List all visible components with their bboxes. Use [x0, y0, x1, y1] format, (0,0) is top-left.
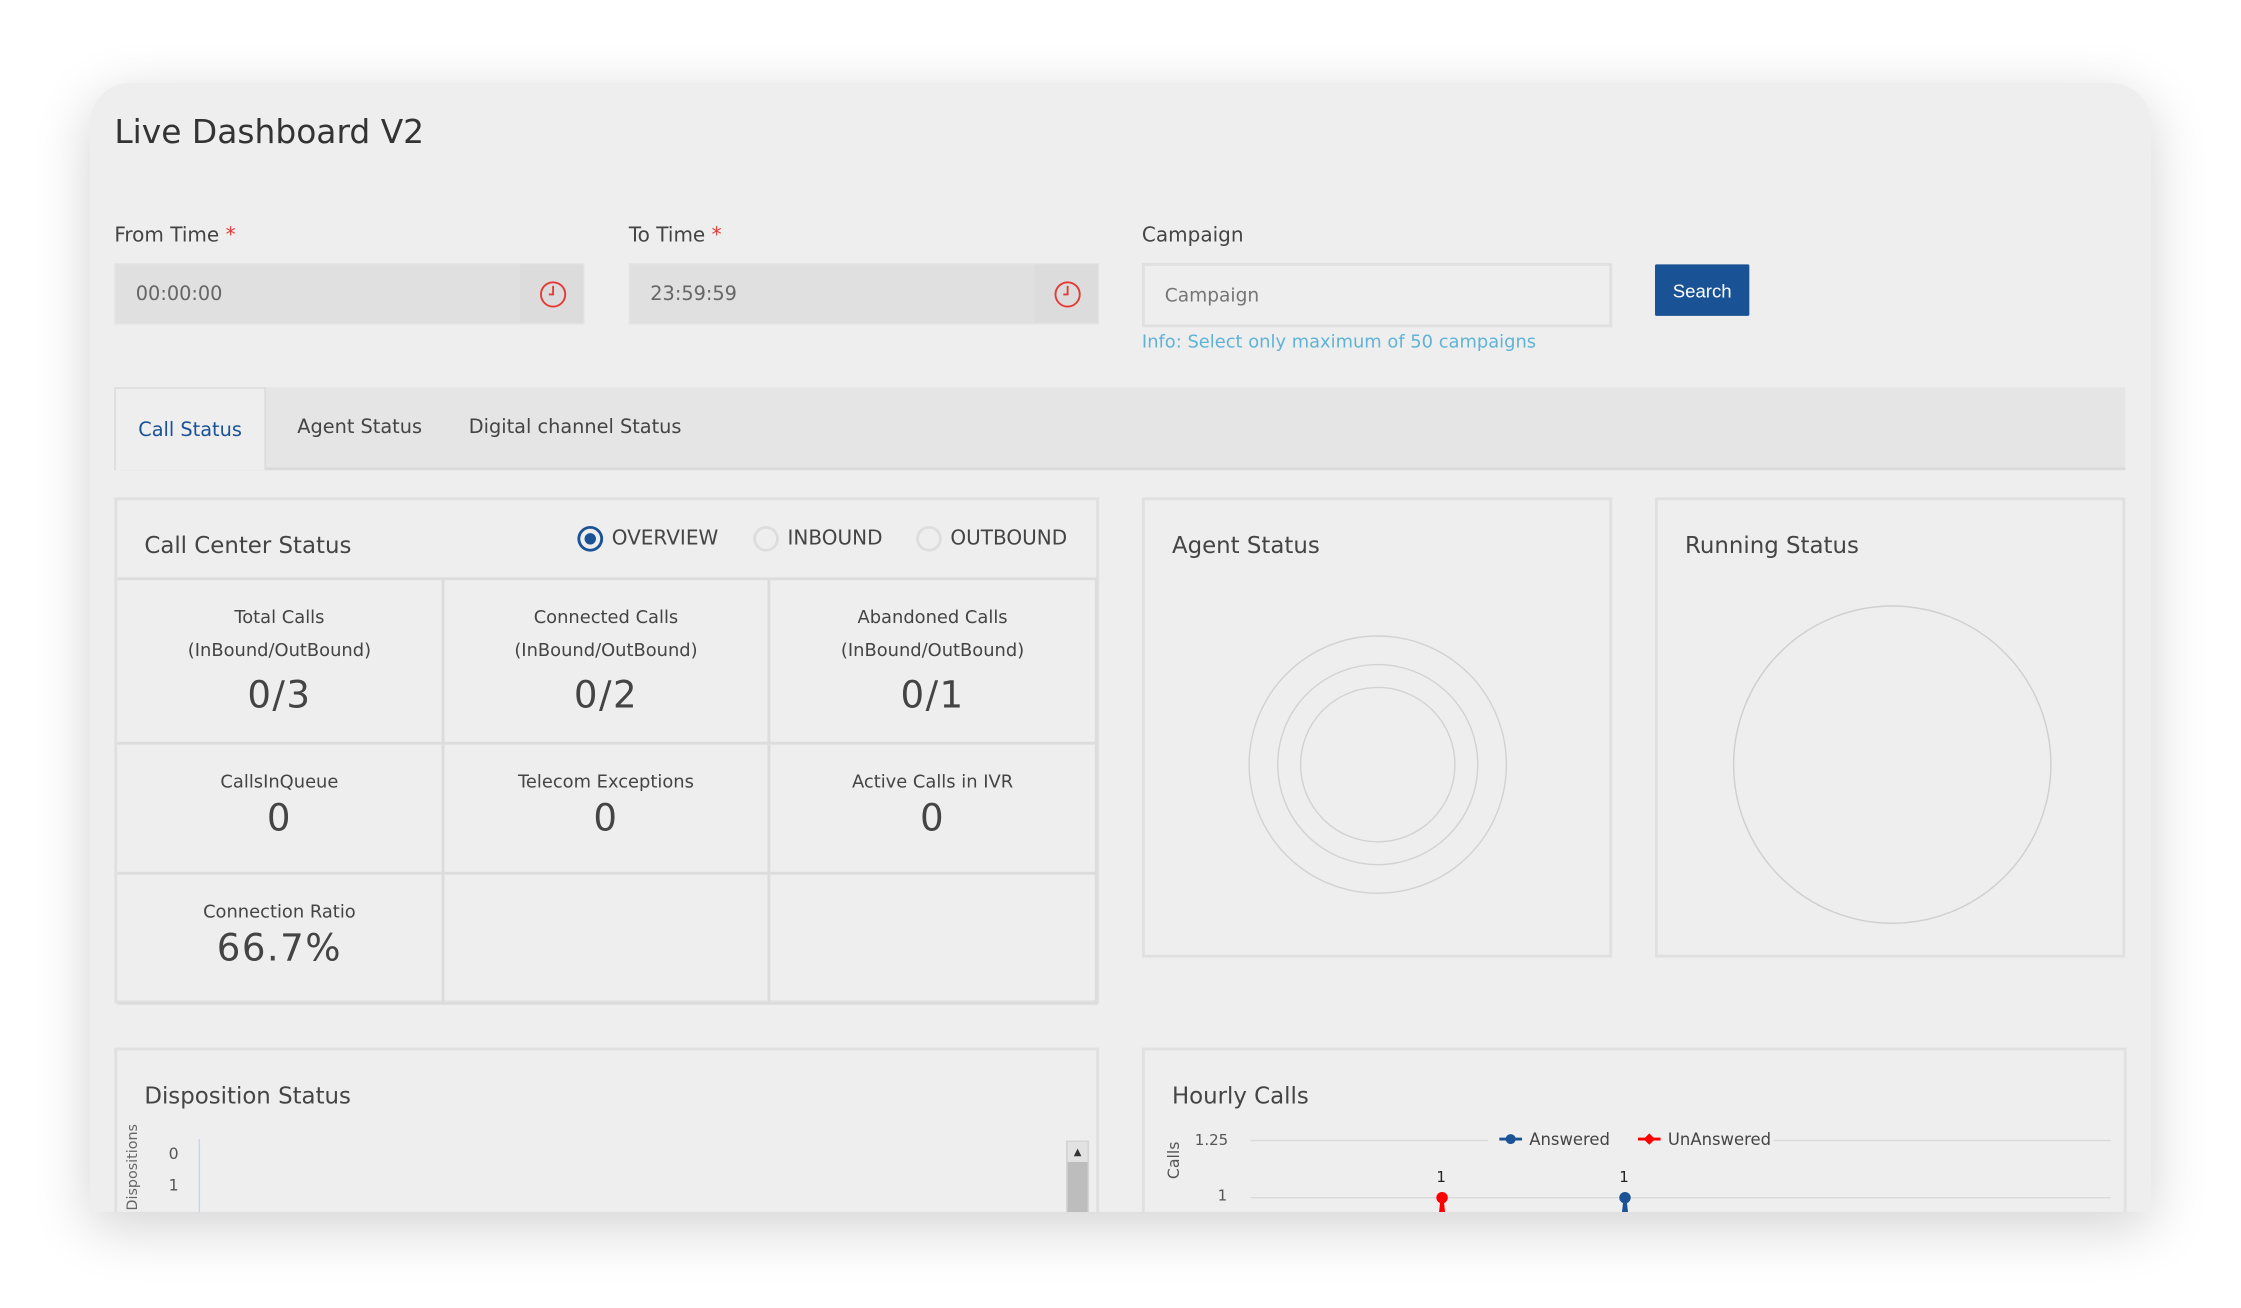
pie-outline [1732, 605, 2052, 924]
campaign-input[interactable] [1161, 284, 1568, 309]
legend-marker [1499, 1134, 1523, 1145]
tab-digital-channel-status[interactable]: Digital channel Status [469, 387, 682, 467]
data-label: 1 [1436, 1169, 1446, 1187]
call-center-status-panel: Call Center Status OVERVIEW INBOUND OUTB… [114, 497, 1100, 1005]
metric-connection-ratio: Connection Ratio 66.7% [117, 874, 445, 1005]
metric-calls-in-queue: CallsInQueue 0 [117, 744, 445, 875]
y-axis-label: Dispositions [125, 1124, 142, 1211]
metric-abandoned-calls: Abandoned Calls (InBound/OutBound) 0/1 [770, 580, 1098, 745]
legend-unanswered[interactable]: UnAnswered [1637, 1129, 1771, 1149]
metrics-grid: Total Calls (InBound/OutBound) 0/3 Connect… [117, 577, 1098, 1005]
campaign-label: Campaign [1141, 224, 1244, 248]
metric-empty [444, 874, 771, 1005]
agent-status-panel: Agent Status [1141, 497, 1613, 958]
metric-empty [770, 874, 1098, 1005]
from-time-input[interactable]: 00:00:00 [114, 262, 585, 325]
radio-button[interactable] [577, 525, 604, 552]
y-tick: 0 [168, 1144, 179, 1164]
clock-icon[interactable] [520, 264, 584, 323]
agent-status-chart [1248, 635, 1508, 894]
to-time-label: To Time * [628, 224, 722, 248]
ring [1276, 663, 1479, 866]
y-axis-line [198, 1139, 201, 1212]
y-tick: 1 [168, 1176, 179, 1195]
legend-marker [1637, 1133, 1661, 1145]
legend-answered[interactable]: Answered [1499, 1129, 1610, 1149]
dashboard-card: Live Dashboard V2 From Time * 00:00:00 T… [90, 82, 2151, 1212]
scroll-up-icon[interactable]: ▲ [1067, 1141, 1088, 1162]
panel-title: Call Center Status [144, 531, 352, 559]
disposition-status-panel: Disposition Status Dispositions 0 1 ▲ [114, 1047, 1100, 1212]
radio-button[interactable] [753, 525, 779, 552]
data-label: 1 [1619, 1169, 1629, 1187]
hourly-calls-panel: Hourly Calls Calls 1.25 1 Answered UnAns… [1141, 1047, 2127, 1212]
running-status-chart [1732, 605, 2052, 924]
data-point[interactable] [1619, 1191, 1631, 1204]
metric-total-calls: Total Calls (InBound/OutBound) 0/3 [117, 580, 445, 745]
tab-call-status[interactable]: Call Status [114, 387, 266, 471]
ring [1248, 635, 1508, 894]
tab-bar: Call Status Agent Status Digital channel… [114, 387, 2126, 471]
from-time-label: From Time * [114, 224, 236, 248]
metric-connected-calls: Connected Calls (InBound/OutBound) 0/2 [444, 580, 771, 745]
clock-icon[interactable] [1034, 264, 1098, 323]
radio-button[interactable] [916, 525, 942, 552]
metric-active-calls-ivr: Active Calls in IVR 0 [770, 744, 1098, 875]
radio-outbound[interactable]: OUTBOUND [916, 525, 1067, 552]
campaign-field[interactable] [1141, 262, 1613, 328]
scrollbar[interactable]: ▲ [1066, 1140, 1090, 1212]
tab-agent-status[interactable]: Agent Status [297, 387, 422, 467]
radio-overview[interactable]: OVERVIEW [577, 525, 718, 552]
panel-title: Disposition Status [144, 1081, 351, 1110]
search-button[interactable]: Search [1655, 264, 1750, 316]
data-point[interactable] [1436, 1191, 1448, 1204]
to-time-input[interactable]: 23:59:59 [628, 262, 1100, 325]
ring [1299, 686, 1456, 843]
radio-inbound[interactable]: INBOUND [753, 525, 883, 552]
page-title: Live Dashboard V2 [114, 114, 425, 152]
campaign-info: Info: Select only maximum of 50 campaign… [1141, 330, 1537, 352]
running-status-panel: Running Status [1655, 497, 2126, 958]
metric-telecom-exceptions: Telecom Exceptions 0 [444, 744, 771, 875]
